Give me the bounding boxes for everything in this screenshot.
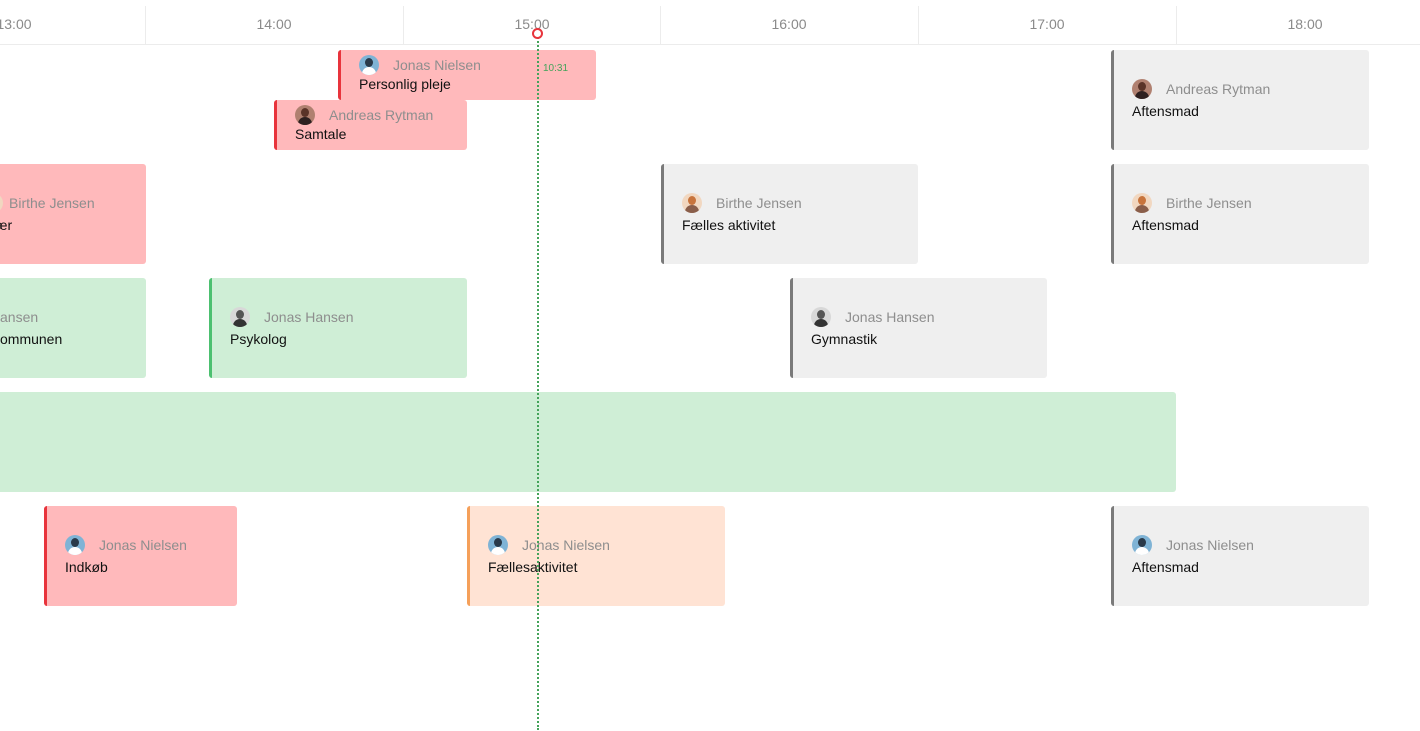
event-title: Fællesaktivitet bbox=[488, 559, 578, 575]
event-card[interactable]: Jonas Nielsen Personlig pleje bbox=[338, 50, 596, 100]
event-card[interactable]: Jonas Nielsen Indkøb bbox=[44, 506, 237, 606]
person-name: Andreas Rytman bbox=[329, 107, 434, 123]
event-person: Andreas Rytman bbox=[1132, 78, 1363, 100]
person-name: ansen bbox=[0, 309, 39, 325]
event-person: Birthe Jensen bbox=[682, 192, 912, 214]
event-card[interactable]: Birthe Jensen ær bbox=[0, 164, 146, 264]
avatar-icon bbox=[682, 193, 702, 213]
event-card[interactable]: ansen ommunen bbox=[0, 278, 146, 378]
event-title: Aftensmad bbox=[1132, 217, 1199, 233]
event-title: Gymnastik bbox=[811, 331, 878, 347]
person-name: Birthe Jensen bbox=[9, 195, 95, 211]
avatar-icon bbox=[65, 535, 85, 555]
event-title: Indkøb bbox=[65, 559, 108, 575]
current-time-line bbox=[537, 34, 539, 730]
hour-label: 18:00 bbox=[1287, 16, 1323, 32]
event-title: Personlig pleje bbox=[359, 76, 451, 92]
timeline-header: 13:00 14:00 15:00 16:00 17:00 18:00 bbox=[0, 0, 1420, 45]
person-name: Jonas Nielsen bbox=[393, 57, 481, 73]
hour-label: 17:00 bbox=[1029, 16, 1065, 32]
event-title: Aftensmad bbox=[1132, 559, 1199, 575]
event-card[interactable]: Birthe Jensen Fælles aktivitet bbox=[661, 164, 918, 264]
current-time-marker[interactable] bbox=[532, 28, 543, 39]
event-title: Aftensmad bbox=[1132, 103, 1199, 119]
event-person: Birthe Jensen bbox=[1132, 192, 1363, 214]
person-name: Jonas Nielsen bbox=[522, 537, 610, 553]
hour-divider bbox=[918, 6, 919, 44]
hour-label: 16:00 bbox=[771, 16, 807, 32]
hour-divider bbox=[1176, 6, 1177, 44]
hour-divider bbox=[145, 6, 146, 44]
person-name: Birthe Jensen bbox=[1166, 195, 1252, 211]
person-name: Jonas Nielsen bbox=[99, 537, 187, 553]
avatar-icon bbox=[359, 55, 379, 75]
event-person: Jonas Hansen bbox=[230, 306, 461, 328]
event-card[interactable]: Jonas Hansen Psykolog bbox=[209, 278, 467, 378]
event-title: ommunen bbox=[0, 331, 63, 347]
avatar-icon bbox=[811, 307, 831, 327]
event-person: Birthe Jensen bbox=[0, 192, 140, 214]
event-person: Jonas Nielsen bbox=[1132, 534, 1363, 556]
current-time-label: 10:31 bbox=[543, 63, 569, 74]
event-card[interactable]: Jonas Nielsen Fællesaktivitet bbox=[467, 506, 725, 606]
event-card[interactable]: Jonas Hansen Gymnastik bbox=[790, 278, 1047, 378]
event-person: Jonas Nielsen bbox=[488, 534, 719, 556]
avatar-icon bbox=[230, 307, 250, 327]
event-title: Fælles aktivitet bbox=[682, 217, 776, 233]
event-title: ær bbox=[0, 217, 13, 233]
event-person: ansen bbox=[0, 306, 140, 328]
avatar-icon bbox=[1132, 193, 1152, 213]
avatar-icon bbox=[0, 193, 3, 213]
event-card[interactable]: Andreas Rytman Samtale bbox=[274, 100, 467, 150]
hour-label: 13:00 bbox=[0, 16, 32, 32]
hour-divider bbox=[403, 6, 404, 44]
person-name: Birthe Jensen bbox=[716, 195, 802, 211]
event-person: Andreas Rytman bbox=[295, 104, 461, 126]
event-card[interactable]: Jonas Nielsen Aftensmad bbox=[1111, 506, 1369, 606]
person-name: Jonas Hansen bbox=[264, 309, 354, 325]
avatar-icon bbox=[295, 105, 315, 125]
event-person: Jonas Hansen bbox=[811, 306, 1041, 328]
person-name: Jonas Hansen bbox=[845, 309, 935, 325]
event-card[interactable]: Andreas Rytman Aftensmad bbox=[1111, 50, 1369, 150]
person-name: Jonas Nielsen bbox=[1166, 537, 1254, 553]
person-name: Andreas Rytman bbox=[1166, 81, 1271, 97]
event-title: Samtale bbox=[295, 126, 347, 142]
hour-divider bbox=[660, 6, 661, 44]
event-person: Jonas Nielsen bbox=[65, 534, 231, 556]
avatar-icon bbox=[1132, 79, 1152, 99]
event-card[interactable] bbox=[0, 392, 1176, 492]
hour-label: 14:00 bbox=[256, 16, 292, 32]
event-card[interactable]: Birthe Jensen Aftensmad bbox=[1111, 164, 1369, 264]
avatar-icon bbox=[488, 535, 508, 555]
event-title: Psykolog bbox=[230, 331, 287, 347]
avatar-icon bbox=[1132, 535, 1152, 555]
